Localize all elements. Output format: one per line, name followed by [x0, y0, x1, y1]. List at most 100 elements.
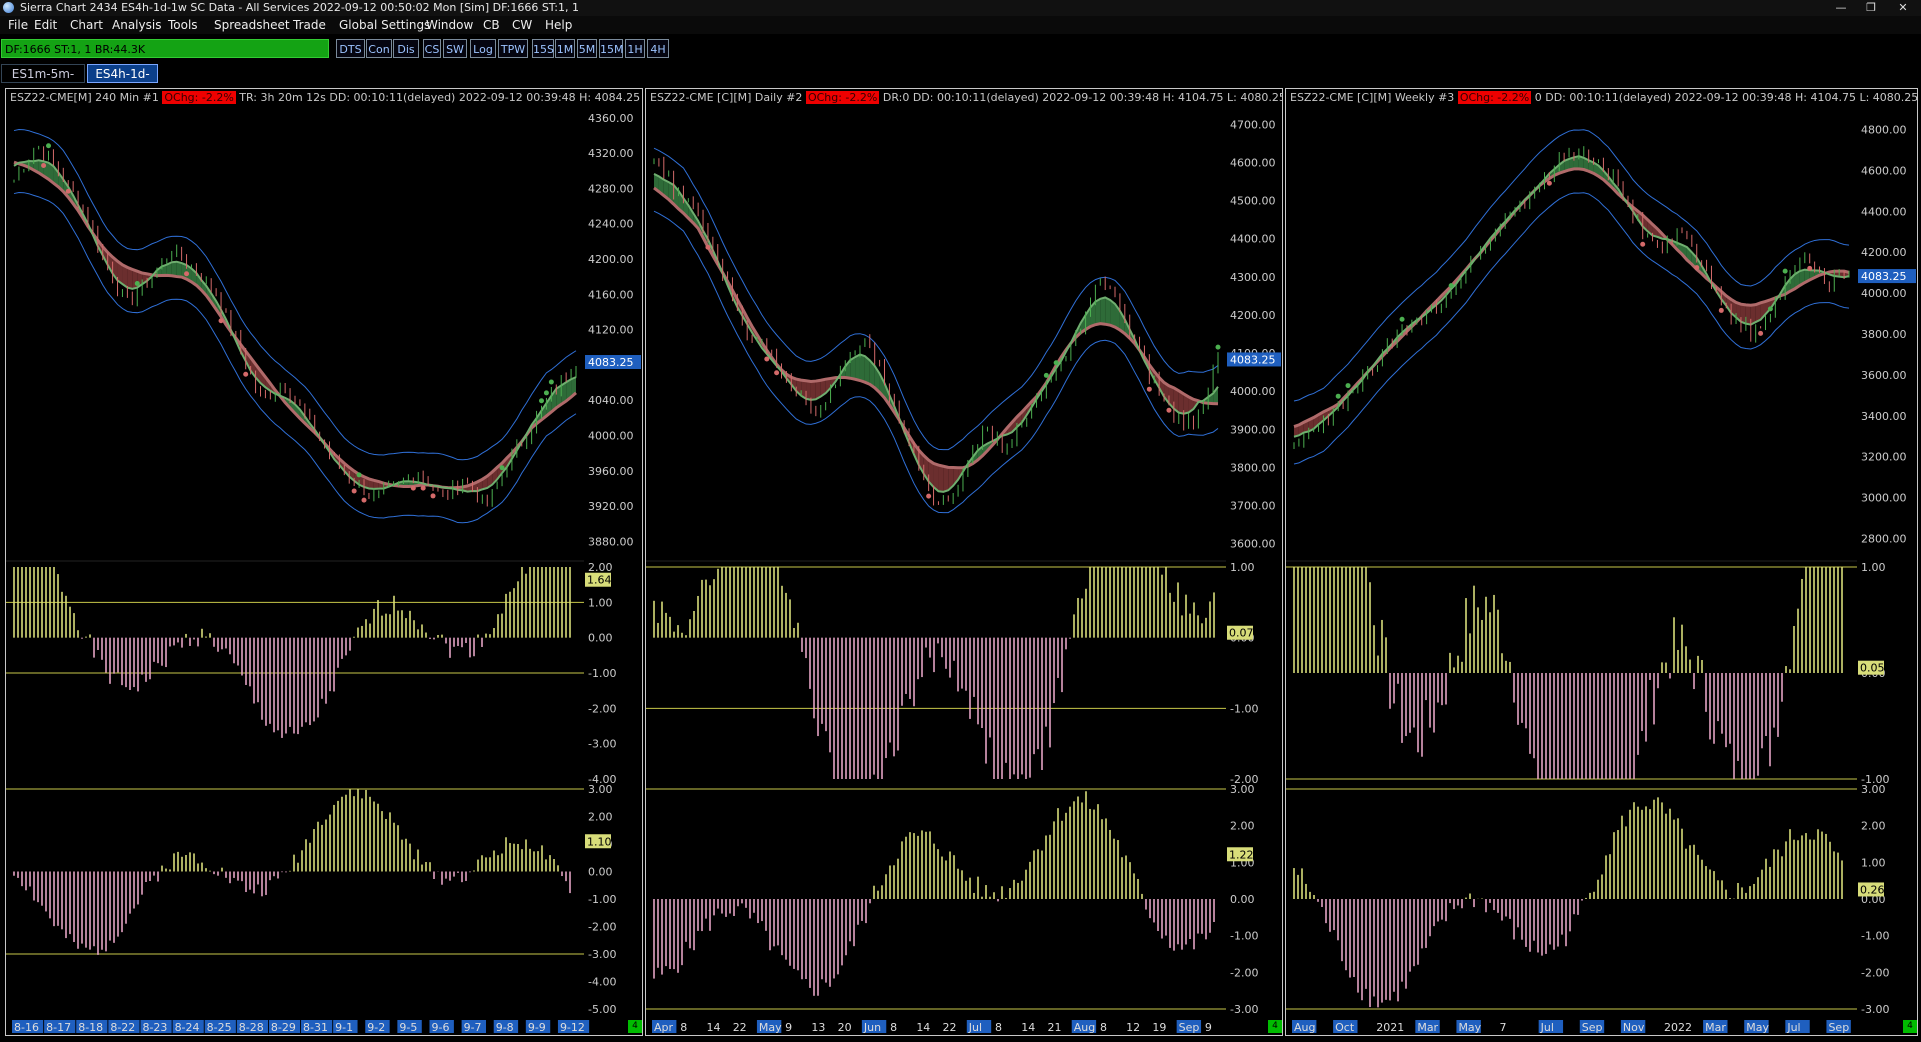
date-tick: 8-31 [303, 1021, 328, 1034]
price-tick: 4040.00 [588, 394, 634, 407]
date-tick: 8-25 [207, 1021, 232, 1034]
chartbook-tab-es1m-5m-15m[interactable]: ES1m-5m-15m [1, 64, 85, 100]
toolbar-button-1h[interactable]: 1H [625, 39, 645, 58]
osc-tick: 2.00 [1861, 820, 1886, 833]
menu-edit[interactable]: Edit [30, 16, 61, 34]
date-tick: 2022 [1664, 1021, 1692, 1034]
date-tick: Nov [1623, 1021, 1645, 1034]
osc-tick: -1.00 [588, 667, 616, 680]
date-tick: Apr [654, 1021, 674, 1034]
signal-dot [243, 371, 249, 377]
toolbar-button-dts[interactable]: DTS [336, 39, 365, 58]
date-tick: May [759, 1021, 782, 1034]
toolbar-button-con[interactable]: Con [366, 39, 392, 58]
date-tick: 8-29 [271, 1021, 296, 1034]
osc-tick: 1.00 [1861, 856, 1886, 869]
price-tick: 4300.00 [1230, 271, 1276, 284]
chart-1[interactable]: 4360.00 4320.00 4280.00 4240.00 4200.00 4160.… [5, 88, 643, 1036]
price-tick: 4000.00 [1861, 287, 1907, 300]
date-tick: 20 [838, 1021, 852, 1034]
signal-dot [1053, 360, 1059, 366]
menu-cw[interactable]: CW [508, 16, 536, 34]
toolbar-button-4h[interactable]: 4H [647, 39, 669, 58]
chart-2[interactable]: 4700.00 4600.00 4500.00 4400.00 4300.00 4200.… [645, 88, 1283, 1036]
minimize-button[interactable]: — [1830, 0, 1852, 16]
date-tick: Jul [1540, 1021, 1554, 1034]
menu-cb[interactable]: CB [479, 16, 504, 34]
date-tick: 21 [1047, 1021, 1061, 1034]
date-tick: 9-6 [431, 1021, 449, 1034]
date-tick: 8-23 [142, 1021, 167, 1034]
signal-dot [1782, 268, 1788, 274]
chart-badge: 4 [1268, 1020, 1282, 1033]
date-tick: 12 [1126, 1021, 1140, 1034]
toolbar-button-15s[interactable]: 15S [532, 39, 554, 58]
current-price-label: 4083.25 [1861, 270, 1907, 283]
signal-dot [134, 280, 140, 286]
toolbar: DTS Con Dis CS SW Log TPW 15S 1M 5M 15M 1H 4H [0, 36, 1921, 60]
date-tick: 9-5 [399, 1021, 417, 1034]
menu-tools[interactable]: Tools [164, 16, 202, 34]
signal-dot [361, 497, 367, 503]
close-button[interactable]: ✕ [1892, 0, 1914, 16]
menu-chart[interactable]: Chart [66, 16, 107, 34]
toolbar-button-log[interactable]: Log [470, 39, 496, 58]
menu-global-settings[interactable]: Global Settings [335, 16, 434, 34]
menu-help[interactable]: Help [541, 16, 576, 34]
signal-dot [1546, 180, 1552, 186]
toolbar-button-15m[interactable]: 15M [599, 39, 624, 58]
signal-dot [184, 271, 190, 277]
menu-file[interactable]: File [4, 16, 32, 34]
date-tick: 9-12 [560, 1021, 585, 1034]
toolbar-button-5m[interactable]: 5M [577, 39, 597, 58]
menu-window[interactable]: Window [422, 16, 477, 34]
signal-dot [1215, 344, 1221, 350]
signal-dot [356, 472, 362, 478]
chart-canvas: 4360.00 4320.00 4280.00 4240.00 4200.00 4160.… [6, 112, 641, 1034]
chart-canvas: 4800.00 4600.00 4400.00 4200.00 4000.00 3800.… [1286, 123, 1916, 1034]
price-tick: 3600.00 [1230, 538, 1276, 551]
date-tick: Mar [1417, 1021, 1438, 1034]
osc-tick: 3.00 [588, 783, 613, 796]
price-tick: 3960.00 [588, 465, 634, 478]
toolbar-button-cs[interactable]: CS [423, 39, 441, 58]
price-tick: 4200.00 [588, 253, 634, 266]
osc-tick: -2.00 [588, 702, 616, 715]
toolbar-button-1m[interactable]: 1M [555, 39, 575, 58]
date-tick: Sep [1179, 1021, 1200, 1034]
signal-dot [46, 143, 52, 149]
price-tick: 4600.00 [1230, 156, 1276, 169]
menu-trade[interactable]: Trade [289, 16, 330, 34]
osc-tick: -3.00 [1861, 1003, 1889, 1016]
toolbar-button-dis[interactable]: Dis [393, 39, 419, 58]
chart-symbol-label: ESZ22-CME [C][M] Daily #2 [650, 91, 806, 104]
chartbook-tab-es4h-1d-1w[interactable]: ES4h-1d-1w [87, 64, 158, 100]
osc-tick: 1.00 [588, 596, 613, 609]
menu-spreadsheet[interactable]: Spreadsheet [210, 16, 294, 34]
signal-dot [1767, 306, 1773, 312]
chart-badge: 4 [1903, 1020, 1917, 1033]
chart-header: ESZ22-CME [C][M] Weekly #3 OChg: -2.2% 0… [1290, 91, 1917, 105]
signal-dot [430, 493, 436, 499]
chart-3[interactable]: 4800.00 4600.00 4400.00 4200.00 4000.00 3800.… [1285, 88, 1918, 1036]
signal-dot [351, 488, 357, 494]
date-tick: Aug [1294, 1021, 1315, 1034]
price-tick: 3800.00 [1861, 328, 1907, 341]
osc-tick: 0.00 [588, 866, 613, 879]
osc-tick: -2.00 [1861, 966, 1889, 979]
osc-tick: -4.00 [588, 976, 616, 989]
date-tick: 13 [811, 1021, 825, 1034]
date-tick: 22 [943, 1021, 957, 1034]
current-price-label: 4083.25 [588, 356, 634, 369]
signal-dot [1640, 241, 1646, 247]
osc-current-label: 0.05 [1860, 662, 1885, 675]
chart-header: ESZ22-CME [C][M] Daily #2 OChg: -2.2% DR… [650, 91, 1282, 105]
menu-analysis[interactable]: Analysis [108, 16, 165, 34]
maximize-button[interactable]: ❐ [1860, 0, 1882, 16]
osc-tick: -3.00 [588, 948, 616, 961]
toolbar-button-tpw[interactable]: TPW [498, 39, 528, 58]
osc-current-label: 0.26 [1860, 883, 1885, 896]
signal-dot [1166, 407, 1172, 413]
toolbar-button-sw[interactable]: SW [443, 39, 467, 58]
price-tick: 4240.00 [588, 218, 634, 231]
